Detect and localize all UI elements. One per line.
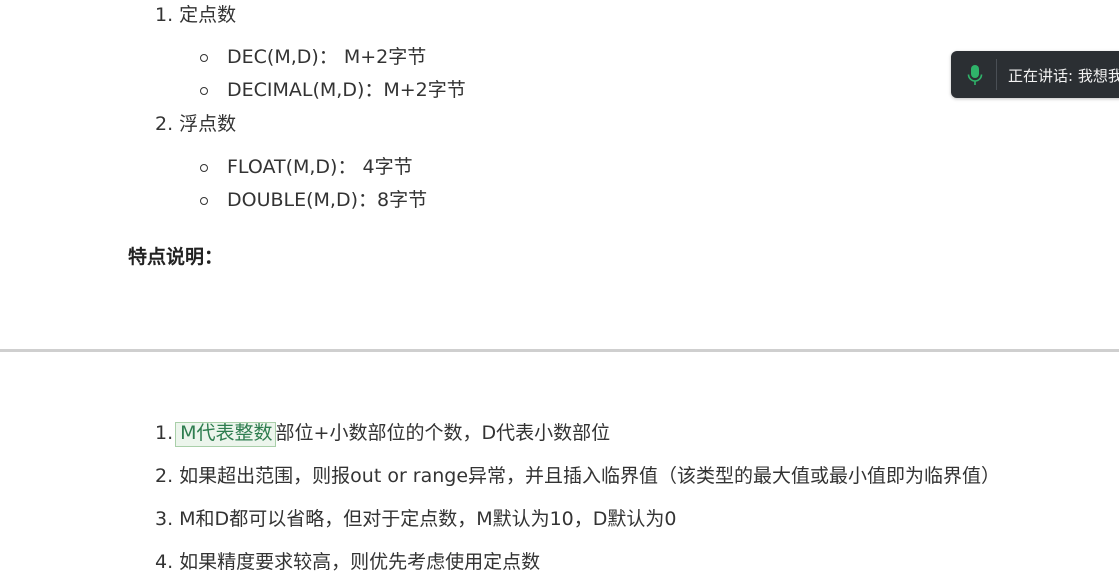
note-1-number: 1.	[155, 422, 174, 444]
list-item-fixed-point: 1. 定点数	[155, 4, 237, 26]
bullet-icon	[200, 197, 208, 205]
list-item-floating-point: 2. 浮点数	[155, 113, 237, 135]
speaking-indicator[interactable]: 正在讲话: 我想我	[951, 51, 1119, 98]
speaking-text: 正在讲话: 我想我	[1008, 67, 1119, 85]
microphone-icon	[967, 65, 983, 85]
list-subitem-float: FLOAT(M,D)： 4字节	[227, 156, 413, 178]
page-divider	[0, 349, 1119, 352]
note-1-rest: 部位+小数部位的个数，D代表小数部位	[275, 422, 611, 444]
note-item-1: 1. M代表整数 部位+小数部位的个数，D代表小数部位	[155, 422, 610, 447]
note-item-2: 2. 如果超出范围，则报out or range异常，并且插入临界值（该类型的最…	[155, 465, 1001, 487]
note-item-4: 4. 如果精度要求较高，则优先考虑使用定点数	[155, 551, 541, 573]
bullet-icon	[200, 54, 208, 62]
features-heading: 特点说明：	[128, 246, 224, 268]
highlighted-text[interactable]: M代表整数	[175, 422, 276, 447]
list-subitem-decimal: DECIMAL(M,D)：M+2字节	[227, 79, 466, 101]
list-subitem-double: DOUBLE(M,D)：8字节	[227, 189, 428, 211]
bullet-icon	[200, 87, 208, 95]
bullet-icon	[200, 164, 208, 172]
pill-divider	[996, 59, 997, 90]
list-subitem-dec: DEC(M,D)： M+2字节	[227, 46, 427, 68]
note-item-3: 3. M和D都可以省略，但对于定点数，M默认为10，D默认为0	[155, 508, 677, 530]
